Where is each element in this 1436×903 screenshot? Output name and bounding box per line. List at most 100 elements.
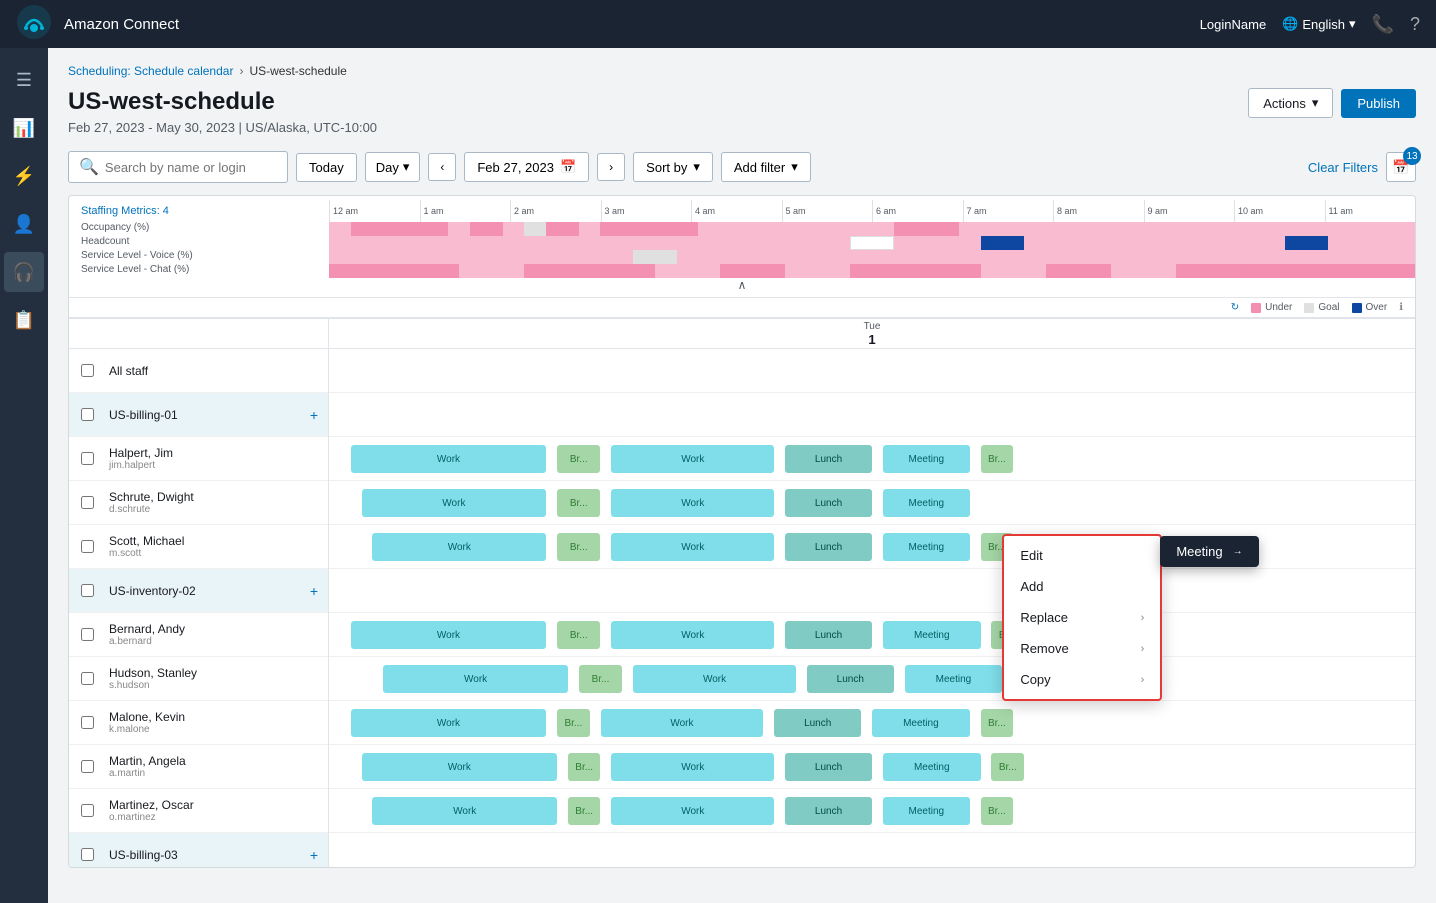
sidebar-menu-icon[interactable]: ☰ (4, 60, 44, 100)
work-block[interactable]: Work (601, 709, 764, 737)
agent-checkbox[interactable] (69, 452, 105, 465)
break-block[interactable]: Br... (568, 753, 601, 781)
meeting-block[interactable]: Meeting (905, 665, 1003, 693)
timeline-column: Work Br... Work Lunch Meeting Br... Work… (329, 349, 1415, 867)
agent-checkbox[interactable] (69, 804, 105, 817)
expand-icon[interactable]: + (300, 407, 328, 423)
work-block[interactable]: Work (633, 665, 796, 693)
next-arrow[interactable]: › (597, 153, 625, 181)
expand-icon[interactable]: + (300, 583, 328, 599)
break-block[interactable]: Br... (557, 445, 600, 473)
refresh-icon[interactable]: ↻ (1231, 302, 1239, 313)
break-block[interactable]: Br... (557, 489, 600, 517)
lunch-block[interactable]: Lunch (785, 797, 872, 825)
sidebar-dashboard-icon[interactable]: 📊 (4, 108, 44, 148)
lunch-block[interactable]: Lunch (785, 533, 872, 561)
headcount-blocks (329, 236, 1415, 250)
break-block-2[interactable]: Br... (981, 445, 1014, 473)
agent-checkbox[interactable] (69, 760, 105, 773)
context-menu-add[interactable]: Add (1004, 571, 1160, 602)
view-selector[interactable]: Day ▾ (365, 152, 421, 182)
clear-filters[interactable]: Clear Filters (1308, 160, 1378, 175)
date-picker[interactable]: Feb 27, 2023 📅 (464, 152, 589, 182)
info-icon[interactable]: ℹ (1399, 302, 1403, 313)
search-input[interactable] (105, 160, 277, 175)
meeting-block[interactable]: Meeting (883, 621, 981, 649)
break-block-2[interactable]: Br... (991, 753, 1024, 781)
context-menu-remove[interactable]: Remove › (1004, 633, 1160, 664)
work-block[interactable]: Work (611, 753, 774, 781)
agent-checkbox[interactable] (69, 848, 105, 861)
expand-icon[interactable]: + (300, 847, 328, 863)
phone-icon[interactable]: 📞 (1372, 14, 1394, 35)
search-box[interactable]: 🔍 (68, 151, 288, 183)
agent-checkbox[interactable] (69, 584, 105, 597)
agent-checkbox[interactable] (69, 716, 105, 729)
break-block[interactable]: Br... (568, 797, 601, 825)
lunch-block[interactable]: Lunch (785, 489, 872, 517)
work-block[interactable]: Work (611, 489, 774, 517)
work-block[interactable]: Work (351, 445, 546, 473)
language-selector[interactable]: 🌐 English ▾ (1282, 16, 1355, 32)
calendar-badge-button[interactable]: 📅 13 (1386, 152, 1416, 182)
lunch-block[interactable]: Lunch (774, 709, 861, 737)
agent-checkbox[interactable] (69, 672, 105, 685)
nav-right: LoginName 🌐 English ▾ 📞 ? (1200, 14, 1420, 35)
actions-button[interactable]: Actions ▾ (1248, 88, 1333, 118)
staffing-metrics-label[interactable]: Staffing Metrics: 4 (69, 205, 329, 217)
context-menu-edit[interactable]: Edit (1004, 540, 1160, 571)
lunch-block[interactable]: Lunch (785, 621, 872, 649)
sortby-button[interactable]: Sort by ▾ (633, 152, 713, 182)
time-5am: 5 am (782, 200, 873, 222)
sidebar-reports-icon[interactable]: 📋 (4, 300, 44, 340)
break-block-2[interactable]: Br... (981, 709, 1014, 737)
agent-checkbox[interactable] (69, 540, 105, 553)
work-block[interactable]: Work (351, 709, 546, 737)
meeting-block[interactable]: Meeting (883, 445, 970, 473)
breadcrumb-parent[interactable]: Scheduling: Schedule calendar (68, 64, 233, 78)
work-block[interactable]: Work (611, 445, 774, 473)
submenu-title: Meeting (1176, 544, 1222, 559)
agent-info: Schrute, Dwight d.schrute (105, 490, 328, 515)
today-button[interactable]: Today (296, 153, 357, 182)
context-menu-copy[interactable]: Copy › (1004, 664, 1160, 695)
work-block[interactable]: Work (372, 533, 546, 561)
agent-checkbox[interactable] (69, 364, 105, 377)
meeting-block[interactable]: Meeting (883, 533, 970, 561)
lunch-block[interactable]: Lunch (785, 445, 872, 473)
lunch-block[interactable]: Lunch (807, 665, 894, 693)
prev-arrow[interactable]: ‹ (428, 153, 456, 181)
addfilter-button[interactable]: Add filter ▾ (721, 152, 811, 182)
sidebar-agent-icon[interactable]: 🎧 (4, 252, 44, 292)
agent-checkbox[interactable] (69, 408, 105, 421)
meeting-block[interactable]: Meeting (883, 753, 981, 781)
agent-checkbox[interactable] (69, 628, 105, 641)
chevron-right-icon: › (1141, 674, 1145, 686)
meeting-block[interactable]: Meeting (883, 797, 970, 825)
work-block[interactable]: Work (362, 489, 547, 517)
work-block[interactable]: Work (383, 665, 568, 693)
sidebar-users-icon[interactable]: 👤 (4, 204, 44, 244)
publish-button[interactable]: Publish (1341, 89, 1416, 118)
context-menu-replace[interactable]: Replace › (1004, 602, 1160, 633)
break-block[interactable]: Br... (579, 665, 622, 693)
agent-checkbox[interactable] (69, 496, 105, 509)
collapse-arrow[interactable]: ∧ (69, 278, 1415, 298)
work-block[interactable]: Work (611, 621, 774, 649)
work-block[interactable]: Work (611, 797, 774, 825)
work-block[interactable]: Work (351, 621, 546, 649)
sidebar-routing-icon[interactable]: ⚡ (4, 156, 44, 196)
meeting-block[interactable]: Meeting (872, 709, 970, 737)
break-block[interactable]: Br... (557, 533, 600, 561)
work-block[interactable]: Work (362, 753, 557, 781)
work-block[interactable]: Work (611, 533, 774, 561)
context-submenu: Meeting → (1160, 536, 1258, 567)
work-block[interactable]: Work (372, 797, 557, 825)
under-color (1251, 303, 1261, 313)
break-block[interactable]: Br... (557, 621, 600, 649)
meeting-block[interactable]: Meeting (883, 489, 970, 517)
break-block[interactable]: Br... (557, 709, 590, 737)
help-icon[interactable]: ? (1410, 14, 1420, 35)
lunch-block[interactable]: Lunch (785, 753, 872, 781)
break-block-2[interactable]: Br... (981, 797, 1014, 825)
